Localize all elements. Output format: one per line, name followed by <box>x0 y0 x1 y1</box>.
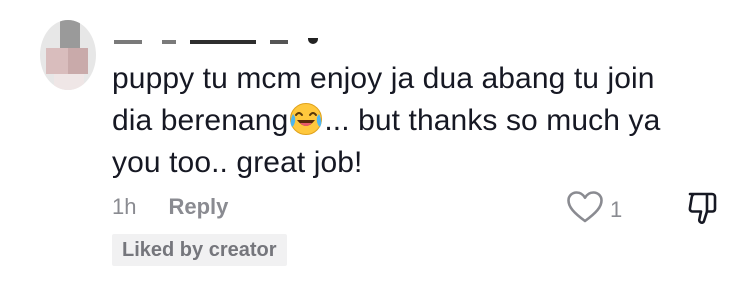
redaction-bar <box>190 40 256 44</box>
username-redacted[interactable] <box>114 34 324 44</box>
reply-button[interactable]: Reply <box>168 194 228 220</box>
comment-line-2-end: ... but thanks so much ya <box>324 104 661 137</box>
laughing-emoji-icon <box>289 102 323 136</box>
comment-line-2-start: dia berenang <box>112 104 289 137</box>
comment-line-2: dia berenang ... but thanks so much ya <box>112 100 702 142</box>
thumbs-down-icon[interactable] <box>684 192 720 230</box>
avatar-pixel <box>54 74 84 90</box>
comment-line-3: you too.. great job! <box>112 146 363 179</box>
comment-meta: 1h Reply <box>112 194 228 220</box>
liked-by-creator-badge: Liked by creator <box>112 234 287 266</box>
comment-time: 1h <box>112 194 137 219</box>
heart-outline-icon[interactable] <box>566 190 604 229</box>
avatar-pixel <box>60 20 80 48</box>
comment-item: puppy tu mcm enjoy ja dua abang tu join … <box>0 0 750 284</box>
avatar[interactable] <box>40 20 96 90</box>
redaction-bar <box>308 38 318 44</box>
comment-text: puppy tu mcm enjoy ja dua abang tu join … <box>112 58 702 184</box>
avatar-pixel <box>68 48 88 74</box>
dislike-button[interactable] <box>684 190 720 231</box>
redaction-bar <box>270 40 288 44</box>
comment-line-1: puppy tu mcm enjoy ja dua abang tu join <box>112 62 655 95</box>
redaction-bar <box>114 40 142 44</box>
like-count: 1 <box>610 196 623 222</box>
like-button[interactable]: 1 <box>566 190 622 229</box>
avatar-pixel <box>46 48 68 74</box>
redaction-bar <box>162 40 176 44</box>
